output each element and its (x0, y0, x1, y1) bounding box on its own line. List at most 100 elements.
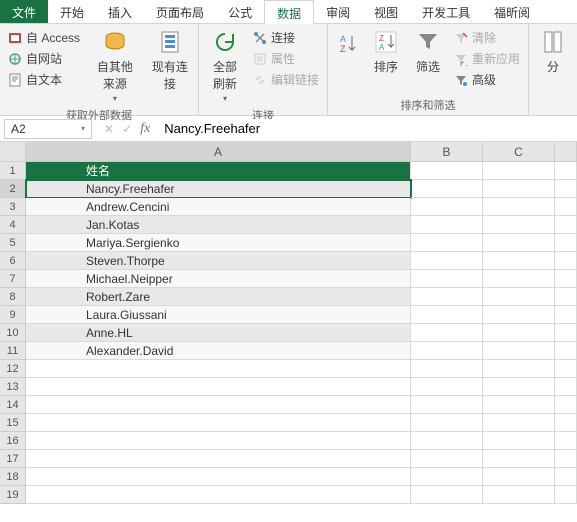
refresh-all-button[interactable]: 全部刷新 ▾ (205, 26, 245, 105)
tab-3[interactable]: 页面布局 (144, 0, 216, 23)
row-header[interactable]: 10 (0, 324, 26, 342)
row-header[interactable]: 8 (0, 288, 26, 306)
cell[interactable] (483, 180, 555, 198)
edit-links-button[interactable]: 编辑链接 (251, 70, 321, 89)
column-header-D[interactable] (555, 142, 577, 161)
cell[interactable] (555, 468, 577, 486)
cell[interactable] (483, 216, 555, 234)
row-header[interactable]: 16 (0, 432, 26, 450)
cell[interactable] (555, 288, 577, 306)
text-to-columns-button[interactable]: 分 (535, 26, 571, 77)
existing-connections-button[interactable]: 现有连接 (148, 26, 192, 94)
cell[interactable] (26, 432, 411, 450)
tab-7[interactable]: 视图 (362, 0, 410, 23)
cell[interactable]: Robert.Zare (26, 288, 411, 306)
row-header[interactable]: 7 (0, 270, 26, 288)
cell[interactable] (411, 432, 483, 450)
cell[interactable] (483, 270, 555, 288)
tab-9[interactable]: 福昕阅 (482, 0, 542, 23)
cell[interactable]: Anne.HL (26, 324, 411, 342)
row-header[interactable]: 18 (0, 468, 26, 486)
cell[interactable] (555, 270, 577, 288)
cell[interactable]: Andrew.Cencini (26, 198, 411, 216)
row-header[interactable]: 17 (0, 450, 26, 468)
from-web-button[interactable]: 自网站 (6, 49, 82, 68)
cell[interactable] (411, 180, 483, 198)
cell[interactable] (555, 234, 577, 252)
cell[interactable]: Laura.Giussani (26, 306, 411, 324)
cell[interactable] (483, 288, 555, 306)
cell[interactable] (411, 324, 483, 342)
row-header[interactable]: 9 (0, 306, 26, 324)
tab-4[interactable]: 公式 (216, 0, 264, 23)
cell[interactable] (483, 486, 555, 504)
cell[interactable] (555, 396, 577, 414)
cell[interactable] (26, 414, 411, 432)
cell[interactable] (555, 450, 577, 468)
cell[interactable] (555, 324, 577, 342)
cell[interactable] (483, 342, 555, 360)
advanced-button[interactable]: 高级 (452, 70, 522, 89)
clear-button[interactable]: 清除 (452, 28, 522, 47)
cell[interactable] (483, 360, 555, 378)
row-header[interactable]: 6 (0, 252, 26, 270)
cell[interactable] (411, 468, 483, 486)
cell[interactable] (411, 342, 483, 360)
row-header[interactable]: 4 (0, 216, 26, 234)
column-header-A[interactable]: A (26, 142, 411, 161)
cell[interactable] (483, 162, 555, 180)
from-text-button[interactable]: 自文本 (6, 70, 82, 89)
tab-8[interactable]: 开发工具 (410, 0, 482, 23)
cell[interactable] (411, 216, 483, 234)
cell[interactable] (483, 252, 555, 270)
cell[interactable] (411, 414, 483, 432)
cell[interactable] (555, 216, 577, 234)
cell[interactable] (411, 396, 483, 414)
cell[interactable] (555, 180, 577, 198)
name-box[interactable]: A2 ▾ (4, 119, 92, 139)
row-header[interactable]: 19 (0, 486, 26, 504)
cell[interactable] (411, 450, 483, 468)
cell[interactable] (411, 486, 483, 504)
cell[interactable]: Jan.Kotas (26, 216, 411, 234)
cell[interactable] (411, 288, 483, 306)
tab-1[interactable]: 开始 (48, 0, 96, 23)
row-header[interactable]: 14 (0, 396, 26, 414)
row-header[interactable]: 1 (0, 162, 26, 180)
cell[interactable] (26, 378, 411, 396)
cell[interactable] (483, 414, 555, 432)
row-header[interactable]: 5 (0, 234, 26, 252)
cell[interactable]: Alexander.David (26, 342, 411, 360)
cell[interactable]: Nancy.Freehafer (26, 180, 411, 198)
column-header-C[interactable]: C (483, 142, 555, 161)
tab-0[interactable]: 文件 (0, 0, 48, 23)
cell[interactable] (483, 396, 555, 414)
accept-icon[interactable]: ✓ (122, 122, 132, 136)
cell[interactable] (483, 324, 555, 342)
cell[interactable] (555, 252, 577, 270)
cell[interactable] (483, 468, 555, 486)
cell[interactable] (483, 432, 555, 450)
row-header[interactable]: 2 (0, 180, 26, 198)
cell[interactable] (411, 270, 483, 288)
filter-button[interactable]: 筛选 (410, 26, 446, 77)
cell[interactable] (555, 486, 577, 504)
cell[interactable] (26, 450, 411, 468)
cell[interactable] (26, 396, 411, 414)
column-header-B[interactable]: B (411, 142, 483, 161)
cell[interactable] (411, 360, 483, 378)
fx-icon[interactable]: fx (140, 121, 150, 137)
cell[interactable]: Steven.Thorpe (26, 252, 411, 270)
cell[interactable] (26, 486, 411, 504)
cell[interactable] (26, 468, 411, 486)
sort-button[interactable]: ZA 排序 (368, 26, 404, 77)
cell[interactable]: Michael.Neipper (26, 270, 411, 288)
cell[interactable] (411, 198, 483, 216)
formula-input[interactable] (158, 119, 577, 138)
cell[interactable]: Mariya.Sergienko (26, 234, 411, 252)
sort-asc-button[interactable]: AZ (334, 26, 362, 58)
cell[interactable] (555, 342, 577, 360)
tab-6[interactable]: 审阅 (314, 0, 362, 23)
tab-5[interactable]: 数据 (264, 0, 314, 24)
cell[interactable] (555, 306, 577, 324)
